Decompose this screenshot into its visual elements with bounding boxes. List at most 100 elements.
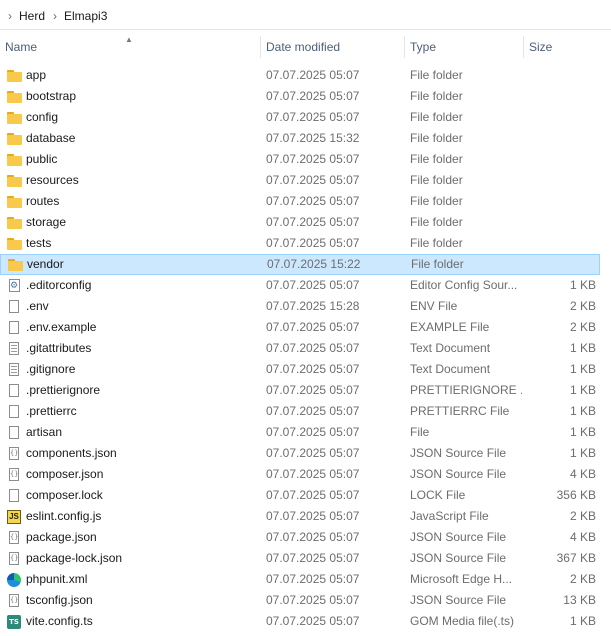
file-type: File folder [410, 89, 463, 103]
file-row[interactable]: {} composer.json 07.07.2025 05:07 JSON Sour… [0, 464, 600, 485]
file-date-modified: 07.07.2025 15:32 [266, 131, 360, 145]
file-row[interactable]: database 07.07.2025 15:32 File folder [0, 128, 600, 149]
file-icon-cell [6, 359, 22, 380]
file-row[interactable]: .gitattributes 07.07.2025 05:07 Text Docum… [0, 338, 600, 359]
breadcrumb-segment-elmapi3[interactable]: Elmapi3 [64, 9, 107, 23]
file-row[interactable]: composer.lock 07.07.2025 05:07 LOCK File 35… [0, 485, 600, 506]
file-name: .prettierignore [26, 383, 101, 397]
file-row[interactable]: resources 07.07.2025 05:07 File folder [0, 170, 600, 191]
file-row[interactable]: .env 07.07.2025 15:28 ENV File 2 KB [0, 296, 600, 317]
file-type: Text Document [410, 362, 491, 376]
file-icon-cell: {} [6, 464, 22, 485]
file-row[interactable]: config 07.07.2025 05:07 File folder [0, 107, 600, 128]
file-row[interactable]: phpunit.xml 07.07.2025 05:07 Microsoft Edg… [0, 569, 600, 590]
file-date-modified: 07.07.2025 05:07 [266, 173, 360, 187]
breadcrumb: › Herd › Elmapi3 [0, 2, 611, 30]
file-name: eslint.config.js [26, 509, 102, 523]
column-header-name[interactable]: ▲ Name [0, 35, 261, 58]
file-row[interactable]: app 07.07.2025 05:07 File folder [0, 65, 600, 86]
file-row[interactable]: ⚙ .editorconfig 07.07.2025 05:07 Editor Con… [0, 275, 600, 296]
file-row[interactable]: TS vite.config.ts 07.07.2025 05:07 GOM Medi… [0, 611, 600, 632]
file-size: 2 KB [569, 320, 596, 334]
file-row[interactable]: {} package.json 07.07.2025 05:07 JSON Sourc… [0, 527, 600, 548]
file-icon [9, 300, 19, 313]
file-row[interactable]: .gitignore 07.07.2025 05:07 Text Document 1… [0, 359, 600, 380]
file-row[interactable]: {} tsconfig.json 07.07.2025 05:07 JSON Sour… [0, 590, 600, 611]
file-row[interactable]: public 07.07.2025 05:07 File folder [0, 149, 600, 170]
file-row[interactable]: tests 07.07.2025 05:07 File folder [0, 233, 600, 254]
file-date-modified: 07.07.2025 05:07 [266, 68, 360, 82]
file-row[interactable]: .prettierrc 07.07.2025 05:07 PRETTIERRC Fi… [0, 401, 600, 422]
file-icon-cell [6, 380, 22, 401]
file-icon-cell [6, 296, 22, 317]
column-header-type[interactable]: Type [405, 36, 524, 58]
file-size: 367 KB [556, 551, 596, 565]
file-row[interactable]: JS eslint.config.js 07.07.2025 05:07 JavaSc… [0, 506, 600, 527]
file-type: File folder [410, 110, 463, 124]
file-type: File folder [410, 236, 463, 250]
file-date-modified: 07.07.2025 05:07 [266, 572, 360, 586]
file-row[interactable]: {} components.json 07.07.2025 05:07 JSON So… [0, 443, 600, 464]
file-icon [9, 489, 19, 502]
file-type: ENV File [410, 299, 458, 313]
file-row[interactable]: .env.example 07.07.2025 05:07 EXAMPLE File… [0, 317, 600, 338]
file-name: database [26, 131, 76, 145]
file-type: File folder [410, 194, 463, 208]
file-type: File folder [410, 152, 463, 166]
file-name: package.json [26, 530, 97, 544]
file-icon-cell: ⚙ [6, 275, 22, 296]
file-type: JSON Source File [410, 593, 507, 607]
file-type: Editor Config Sour... [410, 278, 518, 292]
file-size: 2 KB [569, 572, 596, 586]
file-type: File folder [410, 215, 463, 229]
file-icon-cell: {} [6, 527, 22, 548]
file-row[interactable]: artisan 07.07.2025 05:07 File 1 KB [0, 422, 600, 443]
file-name: artisan [26, 425, 63, 439]
file-size: 1 KB [569, 362, 596, 376]
file-row[interactable]: {} package-lock.json 07.07.2025 05:07 JSON … [0, 548, 600, 569]
file-size [524, 233, 596, 254]
file-size: 1 KB [569, 614, 596, 628]
file-size [524, 149, 596, 170]
file-icon-cell [6, 191, 22, 212]
file-type: JSON Source File [410, 446, 507, 460]
file-date-modified: 07.07.2025 15:22 [267, 257, 361, 271]
gear-file-icon: ⚙ [8, 279, 20, 292]
file-row[interactable]: storage 07.07.2025 05:07 File folder [0, 212, 600, 233]
column-header-size[interactable]: Size [524, 36, 602, 58]
file-type: File folder [410, 131, 463, 145]
file-row[interactable]: routes 07.07.2025 05:07 File folder [0, 191, 600, 212]
file-row[interactable]: vendor 07.07.2025 15:22 File folder [0, 254, 600, 275]
chevron-right-icon[interactable]: › [53, 10, 57, 22]
file-row[interactable]: .prettierignore 07.07.2025 05:07 PRETTIERI… [0, 380, 600, 401]
file-type: File folder [411, 257, 464, 271]
file-size: 2 KB [569, 299, 596, 313]
file-name: components.json [26, 446, 117, 460]
file-icon-cell [6, 401, 22, 422]
chevron-right-icon[interactable]: › [8, 10, 12, 22]
json-file-icon: {} [9, 468, 19, 481]
text-file-icon [9, 363, 19, 376]
file-name: .env [26, 299, 49, 313]
file-icon-cell [7, 254, 23, 275]
file-icon-cell [6, 485, 22, 506]
json-file-icon: {} [9, 447, 19, 460]
file-name: tsconfig.json [26, 593, 93, 607]
file-name: .gitattributes [26, 341, 92, 355]
file-icon-cell [6, 338, 22, 359]
file-type: File [410, 425, 430, 439]
file-icon-cell: JS [6, 506, 22, 527]
folder-icon [6, 132, 22, 145]
file-row[interactable]: bootstrap 07.07.2025 05:07 File folder [0, 86, 600, 107]
file-size: 13 KB [563, 593, 596, 607]
file-type: EXAMPLE File [410, 320, 490, 334]
file-icon-cell [6, 86, 22, 107]
file-size [524, 128, 596, 149]
folder-icon [6, 174, 22, 187]
folder-icon [6, 195, 22, 208]
file-icon-cell [6, 149, 22, 170]
column-header-date-modified[interactable]: Date modified [261, 36, 405, 58]
file-size [524, 212, 596, 233]
file-date-modified: 07.07.2025 05:07 [266, 551, 360, 565]
breadcrumb-segment-herd[interactable]: Herd [19, 9, 45, 23]
